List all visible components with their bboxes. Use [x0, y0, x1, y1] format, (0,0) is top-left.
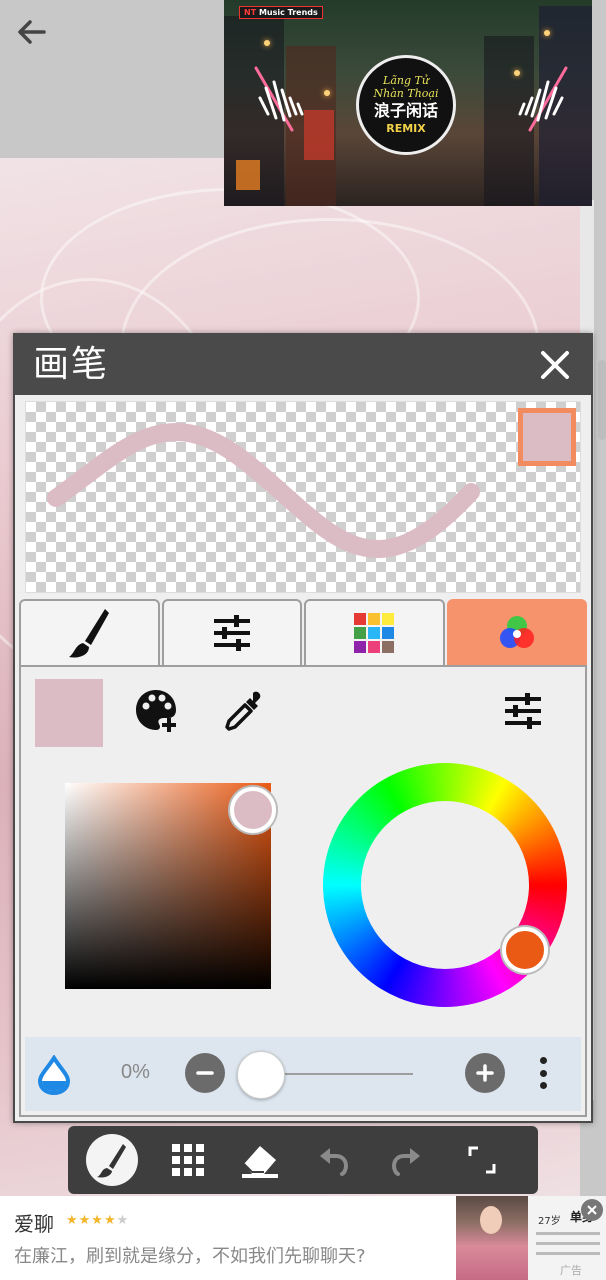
equalizer-right-icon	[518, 66, 568, 132]
plus-icon	[476, 1064, 494, 1082]
ad-detail-lines	[536, 1232, 600, 1262]
brush-icon	[97, 1144, 126, 1178]
opacity-increase-button[interactable]	[465, 1053, 505, 1093]
rgb-circles-icon	[499, 616, 534, 648]
fullscreen-icon	[468, 1146, 496, 1174]
panel-title: 画笔	[33, 344, 110, 385]
opacity-drop-icon	[37, 1055, 71, 1095]
brush-tool-button[interactable]	[86, 1134, 138, 1186]
eraser-icon	[242, 1146, 278, 1178]
ad-app-name: 爱聊	[14, 1212, 54, 1236]
video-overlay[interactable]: NT Music Trends Lãng Tử Nhàn Thoại 浪子闲话 …	[224, 0, 592, 206]
redo-icon	[391, 1148, 420, 1176]
dot	[539, 1082, 547, 1089]
channel-logo: NT Music Trends	[239, 6, 323, 19]
color-settings-button[interactable]	[499, 687, 547, 735]
drawing-app-screen: NT Music Trends Lãng Tử Nhàn Thoại 浪子闲话 …	[0, 0, 606, 1280]
tab-brush[interactable]	[19, 599, 160, 665]
brush-stroke-preview	[47, 422, 480, 558]
ad-photo-face	[480, 1206, 502, 1234]
sliders-icon	[213, 615, 250, 651]
preview-color-swatch	[518, 408, 576, 466]
disc-line1: Lãng Tử	[383, 74, 429, 87]
opacity-slider-track[interactable]	[263, 1073, 413, 1075]
sliders-icon	[505, 693, 541, 729]
color-tab-content: 0%	[19, 665, 587, 1117]
close-icon	[587, 1205, 597, 1215]
undo-icon	[320, 1148, 349, 1176]
saturation-value-handle[interactable]	[230, 787, 276, 833]
undo-button[interactable]	[308, 1134, 360, 1186]
hue-handle[interactable]	[502, 927, 548, 973]
current-color-swatch[interactable]	[35, 679, 103, 747]
tab-palette[interactable]	[304, 599, 445, 665]
panel-header: 画笔	[15, 335, 591, 395]
minus-icon	[196, 1071, 214, 1075]
ad-close-button[interactable]	[581, 1199, 603, 1221]
ad-label: 广告	[560, 1264, 582, 1277]
dot	[539, 1057, 547, 1064]
equalizer-left-icon	[254, 66, 304, 132]
opacity-slider-thumb[interactable]	[237, 1051, 285, 1099]
close-icon	[541, 351, 569, 379]
eyedropper-button[interactable]	[221, 687, 269, 735]
ad-text: 在廉江，刷到就是缘分，不如我们先聊聊天?	[14, 1246, 366, 1267]
album-disc: Lãng Tử Nhàn Thoại 浪子闲话 REMIX	[356, 55, 456, 155]
palette-add-icon	[136, 690, 176, 732]
opacity-decrease-button[interactable]	[185, 1053, 225, 1093]
arrow-left-icon	[18, 20, 46, 44]
back-button[interactable]	[12, 12, 52, 52]
ad-age: 27岁	[538, 1216, 561, 1227]
disc-line2: Nhàn Thoại	[373, 87, 439, 100]
redo-button[interactable]	[380, 1134, 432, 1186]
tab-color[interactable]	[446, 599, 587, 665]
add-palette-button[interactable]	[133, 687, 181, 735]
panel-tabs	[19, 599, 587, 665]
ad-rating: ★★★★★	[66, 1213, 130, 1228]
grid-tool-button[interactable]	[162, 1134, 214, 1186]
opacity-value: 0%	[121, 1061, 150, 1083]
brush-preview	[25, 401, 581, 593]
scene-sign	[236, 160, 260, 190]
opacity-bar: 0%	[25, 1037, 581, 1111]
disc-tag: REMIX	[386, 122, 426, 135]
grid-icon	[172, 1144, 204, 1176]
close-button[interactable]	[537, 347, 573, 383]
disc-title: 浪子闲话	[373, 101, 438, 120]
scrollbar-thumb[interactable]	[598, 360, 606, 440]
palette-grid-icon	[354, 613, 395, 653]
tab-settings[interactable]	[161, 599, 302, 665]
more-options-button[interactable]	[533, 1053, 553, 1093]
dot	[539, 1069, 547, 1077]
eyedropper-icon	[225, 691, 261, 731]
bottom-toolbar	[68, 1126, 538, 1194]
ad-banner[interactable]: 爱聊 ★★★★★ 在廉江，刷到就是缘分，不如我们先聊聊天? 27岁 单身	[0, 1196, 606, 1280]
scene-light	[264, 40, 270, 46]
eraser-tool-button[interactable]	[234, 1134, 286, 1186]
ad-photo	[456, 1196, 528, 1280]
scene-light	[544, 30, 550, 36]
fullscreen-button[interactable]	[456, 1134, 508, 1186]
brush-icon	[69, 609, 110, 658]
brush-panel: 画笔 0%	[13, 333, 593, 1123]
